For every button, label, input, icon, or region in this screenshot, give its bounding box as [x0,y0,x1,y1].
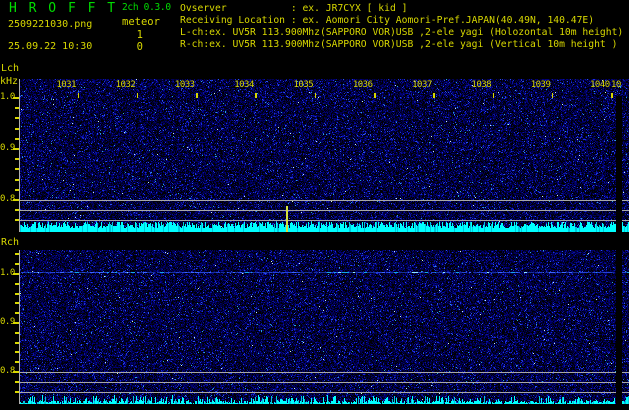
y-minor-tick [15,351,19,354]
app-title: H R O F F T [9,1,118,16]
y-minor-tick [15,302,19,305]
y-minor-tick [15,341,19,344]
y-minor-tick [15,380,19,383]
time-tick [77,93,79,98]
y-tick-label-rch: 0.9 [0,317,15,327]
y-tick-label-rch: 1.0 [0,268,15,278]
khz-unit-label: kHz [0,76,19,87]
time-label: 1034 [234,80,254,90]
y-minor-tick [15,292,19,295]
time-tick [136,93,139,98]
y-minor-tick [15,137,19,140]
time-tick [374,93,376,98]
y-major-tick [13,97,19,99]
y-minor-tick [15,127,19,130]
time-tick [492,93,495,98]
meteor-count-rch: 0 [136,41,143,53]
y-minor-tick [15,390,19,393]
y-minor-tick [15,219,19,222]
meteor-counter-label: meteor [122,16,160,28]
mode-version: 2ch 0.3.0 [122,2,171,13]
y-tick-label-lch: 0.8 [0,194,15,204]
time-label: 1036 [352,80,373,90]
time-label: 1037 [412,80,432,90]
y-minor-tick [15,209,19,212]
meteor-count-lch: 1 [136,29,143,41]
y-minor-tick [15,312,19,315]
output-filename: 2509221030.png [8,19,93,30]
y-tick-label-lch: 1.0 [0,92,15,102]
rch-panel-border [19,250,20,404]
y-major-tick [13,148,19,150]
lch-panel-label: Lch [1,63,20,74]
y-tick-label-rch: 0.8 [0,366,15,376]
time-tick [611,93,613,98]
observation-datetime: 25.09.22 10:30 [8,41,93,52]
y-minor-tick [15,282,19,285]
lch-spectrogram [20,79,629,232]
y-minor-tick [15,331,19,334]
time-tick [551,93,554,98]
y-minor-tick [15,107,19,110]
y-minor-tick [15,188,19,191]
observer-info-line: Ovserver : ex. JR7CYX [ kid ] [180,3,408,14]
y-minor-tick [15,361,19,364]
time-label: 1038 [471,80,492,90]
time-tick [196,93,198,98]
time-tick [314,93,317,98]
time-tick [433,93,435,98]
hrofft-screen: H R O F F T 2ch 0.3.0 2509221030.png met… [0,0,629,410]
y-major-tick [13,273,19,275]
time-label: 1032 [115,80,136,90]
location-info-line: Receiving Location : ex. Aomori City Aom… [180,15,595,26]
y-major-tick [13,199,19,201]
y-minor-tick [15,178,19,181]
time-label: 1033 [174,80,195,90]
y-minor-tick [15,253,19,256]
time-tick [255,93,257,98]
time-label: 1039 [530,80,551,90]
y-minor-tick [15,158,19,161]
time-label: 1031 [56,80,76,90]
y-minor-tick [15,168,19,171]
rch-panel-label: Rch [1,237,20,248]
y-major-tick [13,371,19,373]
time-label: 1040 [590,80,610,90]
lch-receiver-info-line: L-ch:ex. UV5R 113.900Mhz(SAPPORO VOR)USB… [180,27,624,38]
y-minor-tick [15,117,19,120]
y-major-tick [13,322,19,324]
time-label-partial: 10 [611,80,621,90]
rch-spectrogram [20,250,629,404]
rch-receiver-info-line: R-ch:ex. UV5R 113.900Mhz(SAPPORO VOR)USB… [180,39,618,50]
y-tick-label-lch: 0.9 [0,143,15,153]
y-minor-tick [15,263,19,266]
time-label: 1035 [293,80,314,90]
lch-panel-border [19,79,20,232]
